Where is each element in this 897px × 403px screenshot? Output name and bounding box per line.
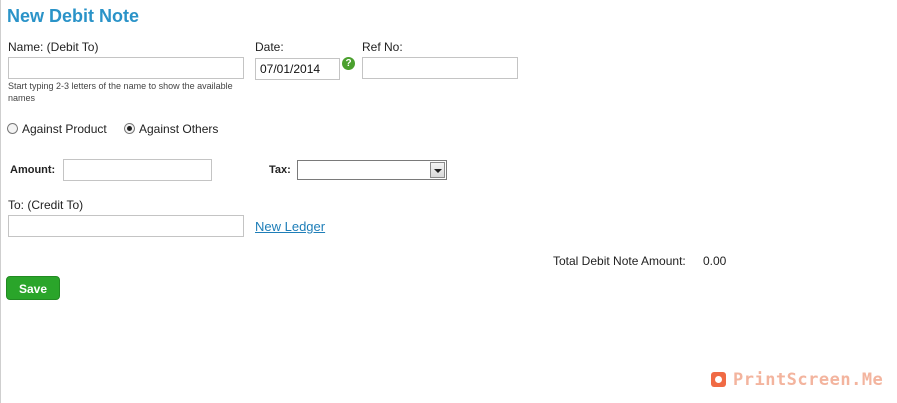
credit-to-label: To: (Credit To) [8, 198, 84, 212]
name-label: Name: (Debit To) [8, 40, 99, 54]
total-amount-label: Total Debit Note Amount: [553, 254, 686, 268]
ref-no-input[interactable] [362, 57, 518, 79]
against-others-label[interactable]: Against Others [139, 122, 218, 136]
amount-label: Amount: [10, 164, 56, 176]
new-ledger-link[interactable]: New Ledger [255, 219, 325, 234]
left-border [0, 0, 1, 403]
date-label: Date: [255, 40, 284, 54]
against-others-radio[interactable] [124, 123, 135, 134]
watermark-text: PrintScreen.Me [733, 370, 884, 390]
page-title: New Debit Note [7, 6, 140, 26]
save-button[interactable]: Save [6, 276, 60, 300]
against-product-label[interactable]: Against Product [22, 122, 107, 136]
tax-select[interactable] [297, 160, 447, 180]
tax-label: Tax: [269, 164, 291, 176]
ref-no-label: Ref No: [362, 40, 403, 54]
total-amount-value: 0.00 [703, 254, 727, 268]
date-input[interactable] [255, 58, 340, 80]
help-icon[interactable]: ? [342, 57, 355, 70]
name-hint: Start typing 2-3 letters of the name to … [8, 81, 233, 103]
chevron-down-icon[interactable] [430, 162, 445, 178]
credit-to-input[interactable] [8, 215, 244, 237]
amount-input[interactable] [63, 159, 212, 181]
camera-icon [711, 372, 726, 387]
name-input[interactable] [8, 57, 244, 79]
against-product-radio[interactable] [7, 123, 18, 134]
